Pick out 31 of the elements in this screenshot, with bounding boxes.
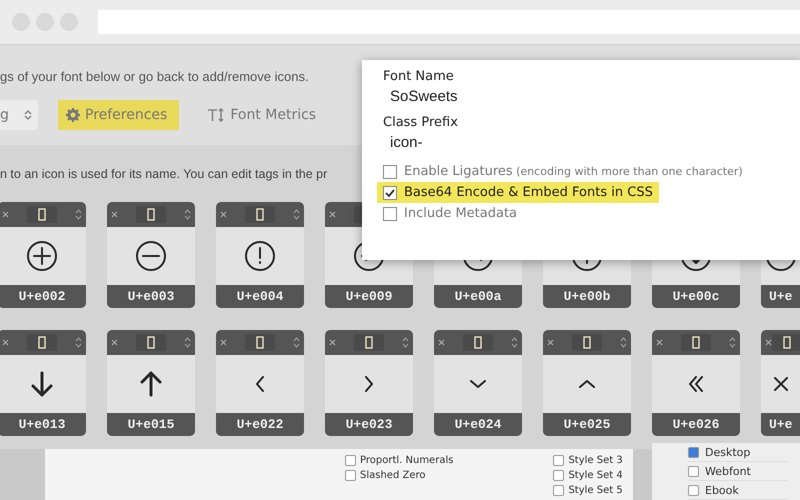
glyph-code: U+e022 xyxy=(236,416,284,434)
glyph-code: U+e xyxy=(768,416,794,434)
format-label: Ebook xyxy=(705,484,739,496)
glyph-code: U+e009 xyxy=(344,288,394,306)
glyph-code: U+e002 xyxy=(18,288,66,306)
format-label: Webfont xyxy=(705,464,751,478)
glyph-code: U+e00b xyxy=(562,288,612,306)
option-label: Style Set 3 xyxy=(568,455,623,466)
glyph-code: U+e xyxy=(768,288,794,306)
glyph-code: U+e024 xyxy=(454,416,502,434)
glyph-code: U+e003 xyxy=(126,288,176,306)
glyph-code: U+e023 xyxy=(344,416,394,434)
glyph-code: U+e013 xyxy=(18,416,66,434)
glyph-code: U+e015 xyxy=(126,416,176,434)
option-label: Include Metadata xyxy=(404,206,518,221)
intro-text: gs of your font below or go back to add/remove icons. xyxy=(0,69,309,84)
glyph-code: U+e025 xyxy=(562,416,612,434)
glyph-code: U+e00c xyxy=(672,288,720,306)
glyph-code: U+e00a xyxy=(454,288,502,306)
option-label: Style Set 4 xyxy=(568,470,623,481)
option-label: Enable Ligatures (encoding with more than one character) xyxy=(404,164,743,179)
glyph-code: U+e004 xyxy=(236,288,284,306)
option-label: Proportl. Numerals xyxy=(360,455,454,466)
hint-text: n to an icon is used for its name. You can edit tags in the pr xyxy=(0,167,328,181)
field-label: Class Prefix xyxy=(383,115,459,130)
option-label: Slashed Zero xyxy=(360,470,426,481)
option-label: Style Set 5 xyxy=(568,485,623,496)
format-label: Desktop xyxy=(705,446,750,458)
option-label: Base64 Encode & Embed Fonts in CSS xyxy=(404,185,653,200)
glyph-code: U+e026 xyxy=(672,416,720,434)
field-label: Font Name xyxy=(383,69,455,84)
